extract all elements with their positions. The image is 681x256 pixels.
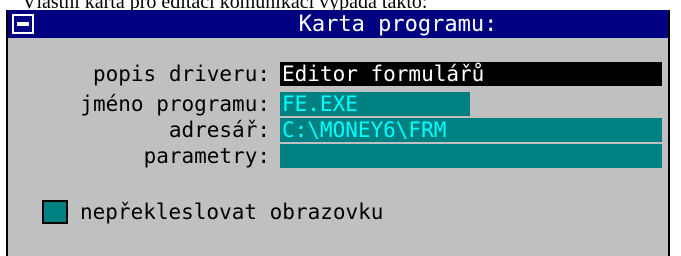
title-bar: Karta programu: [8,10,668,38]
program-card-dialog: Karta programu: popis driveru: Editor fo… [6,10,670,256]
directory-input[interactable]: C:\MONEY6\FRM [280,118,662,142]
field-label-program-name: jméno programu: [8,92,270,116]
label-directory: adresář: [168,118,270,142]
program-name-input[interactable]: FE.EXE [280,92,470,116]
no-redraw-checkbox[interactable] [42,200,68,224]
label-driver-description: popis driveru: [92,62,270,86]
field-label-directory: adresář: [8,118,270,142]
field-label-parameters: parametry: [8,144,270,168]
driver-description-input[interactable]: Editor formulářů [280,62,662,86]
label-program-name: jméno programu: [80,92,270,116]
dialog-title: Karta programu: [298,12,498,37]
label-parameters: parametry: [143,144,270,168]
parameters-input[interactable] [280,144,662,168]
no-redraw-checkbox-label: nepřekleslovat obrazovku [80,200,384,224]
field-label-driver-desc: popis driveru: [8,62,270,86]
